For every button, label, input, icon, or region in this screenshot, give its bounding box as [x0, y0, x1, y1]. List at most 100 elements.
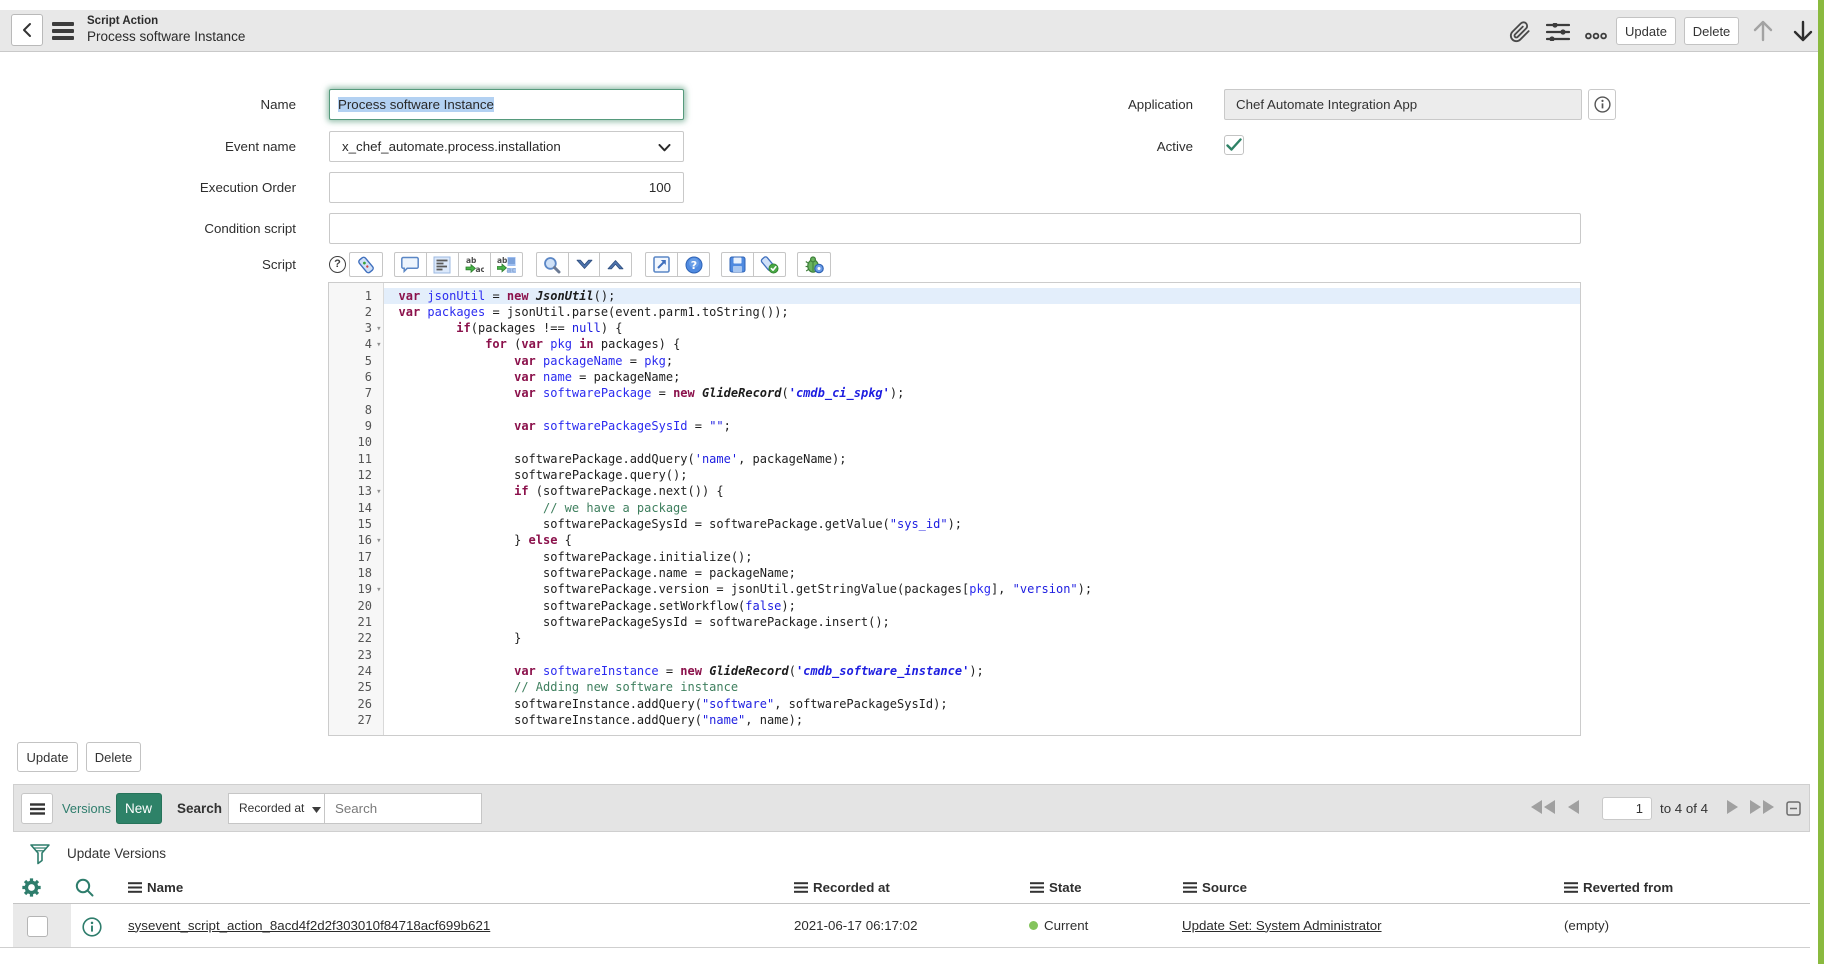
list-breadcrumb[interactable]: Update Versions [67, 845, 166, 863]
column-menu-icon [1183, 882, 1197, 893]
chevron-up-bold-icon [607, 259, 624, 270]
previous-record-button[interactable] [1752, 19, 1774, 48]
name-input[interactable]: Process software Instance [329, 89, 684, 120]
svg-text:ac: ac [475, 265, 484, 274]
list-context-menu-button[interactable] [21, 793, 53, 824]
execution-order-input[interactable]: 100 [329, 172, 684, 203]
pop-out-icon [653, 256, 670, 273]
format-code-button[interactable] [426, 252, 459, 277]
save-disk-icon [729, 256, 746, 273]
next-record-button[interactable] [1792, 19, 1814, 48]
active-checkbox[interactable] [1224, 135, 1244, 155]
code-line: // we have a package [384, 500, 1580, 516]
personalize-form-button[interactable] [1546, 23, 1570, 46]
row-preview-button[interactable] [82, 917, 102, 942]
column-header-recorded-at[interactable]: Recorded at [794, 878, 890, 897]
column-header-state[interactable]: State [1030, 878, 1082, 897]
form-context-menu-button[interactable] [52, 21, 74, 46]
source-update-set-link[interactable]: Update Set: System Administrator [1182, 918, 1382, 933]
version-record-link[interactable]: sysevent_script_action_8acd4f2d2f303010f… [128, 918, 490, 933]
column-menu-icon [794, 882, 808, 893]
code-line: } [384, 630, 1580, 646]
code-fold-arrow-icon[interactable]: ▾ [376, 321, 381, 337]
minimize-icon [1786, 801, 1801, 816]
script-help-button[interactable]: ? [329, 256, 346, 273]
format-code-icon [433, 256, 451, 274]
line-number: 2 [329, 304, 383, 320]
line-number: 20 [329, 598, 383, 614]
column-header-source[interactable]: Source [1183, 878, 1247, 897]
find-next-button[interactable] [568, 252, 601, 277]
first-page-icon [1531, 800, 1556, 814]
find-previous-button[interactable] [599, 252, 632, 277]
event-name-select[interactable]: x_chef_automate.process.installation [329, 131, 684, 162]
back-button[interactable] [11, 14, 43, 46]
previous-page-button[interactable] [1567, 800, 1579, 819]
list-search-button[interactable] [75, 878, 94, 902]
script-debugger-button[interactable] [797, 252, 831, 277]
line-number: 21 [329, 614, 383, 630]
code-line: softwarePackage.initialize(); [384, 549, 1580, 565]
footer-delete-button[interactable]: Delete [86, 742, 141, 772]
page-number-input[interactable]: 1 [1602, 797, 1652, 820]
code-line: var name = packageName; [384, 369, 1580, 385]
code-line [384, 402, 1580, 418]
code-line: if (softwarePackage.next()) { [384, 483, 1580, 499]
syntax-editor-toggle-button[interactable] [349, 252, 383, 277]
syntax-check-button[interactable] [753, 252, 786, 277]
condition-script-input[interactable] [329, 213, 1581, 244]
update-button[interactable]: Update [1616, 17, 1676, 45]
code-line: var softwarePackage = new GlideRecord('c… [384, 385, 1580, 401]
svg-text:?: ? [690, 259, 696, 272]
list-filter-button[interactable] [30, 844, 50, 871]
application-input: Chef Automate Integration App [1224, 89, 1582, 120]
row-cell-name: sysevent_script_action_8acd4f2d2f303010f… [128, 904, 490, 947]
new-version-button[interactable]: New [116, 793, 162, 824]
line-number: 25 [329, 679, 383, 695]
column-header-label: Source [1202, 880, 1247, 895]
toggle-comment-button[interactable] [394, 252, 427, 277]
delete-button[interactable]: Delete [1684, 17, 1739, 45]
row-checkbox[interactable] [27, 916, 48, 937]
list-search-input[interactable]: Search [324, 793, 482, 824]
application-info-button[interactable] [1588, 89, 1616, 120]
last-page-button[interactable] [1749, 800, 1774, 819]
script-code-editor[interactable]: 123▾4▾5678910111213▾141516▾171819▾202122… [328, 282, 1581, 736]
svg-text:ab: ab [497, 256, 508, 265]
name-input-selected-text: Process software Instance [338, 97, 494, 112]
replace-button[interactable]: ab ac [458, 252, 491, 277]
editor-code-area[interactable]: var jsonUtil = new JsonUtil();var packag… [384, 283, 1580, 735]
application-scope-edge-bar [1818, 0, 1824, 964]
script-label: Script [60, 249, 296, 280]
code-line: softwarePackage.addQuery('name', package… [384, 451, 1580, 467]
first-page-button[interactable] [1531, 800, 1556, 819]
replace-all-icon: ab ac [497, 256, 516, 274]
minimize-list-button[interactable] [1786, 801, 1801, 821]
code-fold-arrow-icon[interactable]: ▾ [376, 484, 381, 500]
name-label: Name [60, 89, 296, 120]
code-line: softwareInstance.addQuery("software", so… [384, 696, 1580, 712]
chevron-left-icon [22, 22, 32, 38]
column-header-name[interactable]: Name [128, 878, 183, 897]
code-line [384, 647, 1580, 663]
list-personalize-button[interactable] [22, 878, 41, 902]
search-field-select[interactable]: Recorded at [228, 793, 325, 824]
code-line: softwarePackageSysId = softwarePackage.g… [384, 516, 1580, 532]
versions-list-header-bar: Versions New Search Recorded at Search 1… [13, 784, 1810, 832]
code-fold-arrow-icon[interactable]: ▾ [376, 582, 381, 598]
column-header-reverted-from[interactable]: Reverted from [1564, 878, 1673, 897]
footer-update-button[interactable]: Update [17, 742, 78, 772]
line-number: 27 [329, 712, 383, 728]
more-options-button[interactable] [1585, 27, 1607, 45]
editor-help-button[interactable]: ? [677, 252, 710, 277]
next-page-button[interactable] [1727, 800, 1739, 819]
find-button[interactable] [536, 252, 569, 277]
code-fold-arrow-icon[interactable]: ▾ [376, 533, 381, 549]
replace-all-button[interactable]: ab ac [490, 252, 523, 277]
open-in-new-window-button[interactable] [645, 252, 678, 277]
line-number: 17 [329, 549, 383, 565]
attachment-button[interactable] [1508, 21, 1532, 48]
save-script-button[interactable] [721, 252, 754, 277]
code-fold-arrow-icon[interactable]: ▾ [376, 337, 381, 353]
application-label: Application [1000, 89, 1193, 120]
